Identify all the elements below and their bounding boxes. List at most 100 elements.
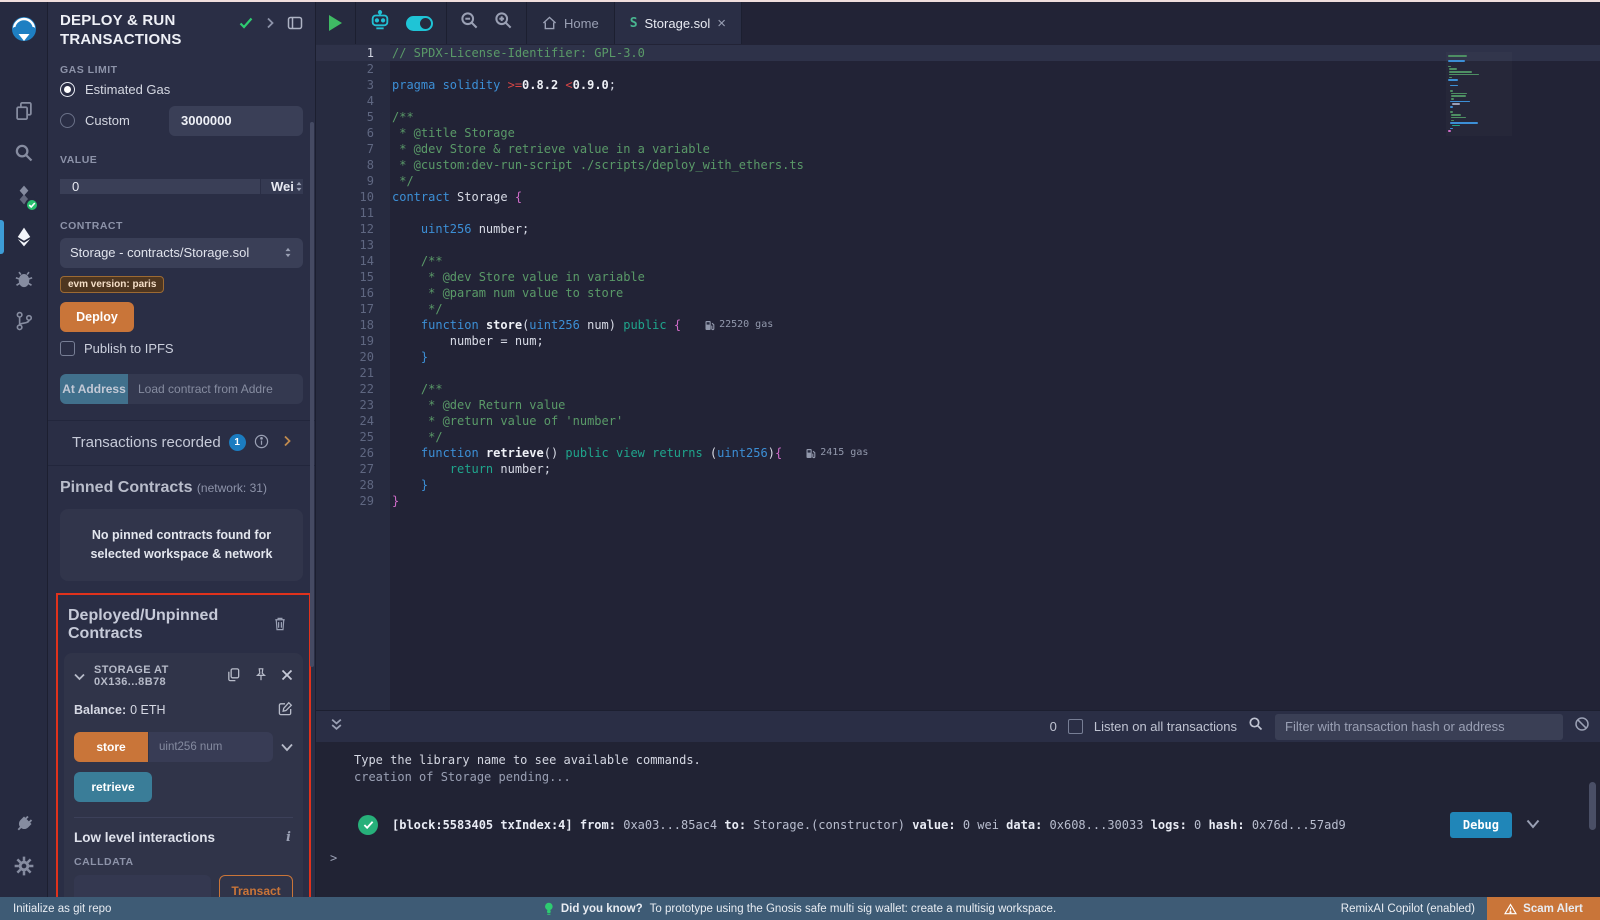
collapse-panel-icon[interactable] [266, 17, 274, 32]
tab-storage-sol[interactable]: S Storage.sol × [614, 2, 742, 44]
code-line[interactable]: 19 number = num; [316, 333, 1600, 349]
copy-address-icon[interactable] [226, 667, 241, 685]
terminal[interactable]: Type the library name to see available c… [316, 742, 1600, 897]
remix-logo-icon[interactable] [0, 8, 47, 54]
code-line[interactable]: 7 * @dev Store & retrieve value in a var… [316, 141, 1600, 157]
code-line[interactable]: 13 [316, 237, 1600, 253]
code-line[interactable]: 1// SPDX-License-Identifier: GPL-3.0 [316, 45, 1600, 61]
zoom-out-icon[interactable] [460, 11, 479, 35]
code-line[interactable]: 5/** [316, 109, 1600, 125]
code-line[interactable]: 27 return number; [316, 461, 1600, 477]
minimap[interactable] [1446, 52, 1512, 136]
balance-label: Balance: [74, 703, 126, 717]
transactions-recorded-row[interactable]: Transactions recorded 1 [60, 421, 303, 465]
filter-input[interactable] [1275, 714, 1563, 740]
close-contract-icon[interactable] [281, 669, 293, 684]
code-line[interactable]: 26 function retrieve() public view retur… [316, 445, 1600, 461]
code-line[interactable]: 20 } [316, 349, 1600, 365]
code-line[interactable]: 21 [316, 365, 1600, 381]
pin-contract-icon[interactable] [254, 667, 268, 685]
calldata-input[interactable] [74, 875, 211, 897]
code-line[interactable]: 18 function store(uint256 num) public {2… [316, 317, 1600, 333]
code-line[interactable]: 11 [316, 205, 1600, 221]
code-line[interactable]: 12 uint256 number; [316, 221, 1600, 237]
code-line[interactable]: 17 */ [316, 301, 1600, 317]
close-tab-icon[interactable]: × [717, 16, 726, 31]
contract-instance-label[interactable]: STORAGE AT 0X136...8B78 [94, 664, 217, 688]
copilot-toggle[interactable] [406, 16, 433, 31]
code-line[interactable]: 22 /** [316, 381, 1600, 397]
git-init-label[interactable]: Initialize as git repo [13, 903, 111, 915]
deploy-button[interactable]: Deploy [60, 302, 134, 332]
sort-arrows-icon [283, 246, 293, 259]
transact-button[interactable]: Transact [219, 875, 293, 897]
contract-select[interactable]: Storage - contracts/Storage.sol [60, 238, 303, 268]
listen-count: 0 [1050, 719, 1057, 734]
code-line[interactable]: 10contract Storage { [316, 189, 1600, 205]
code-line[interactable]: 15 * @dev Store value in variable [316, 269, 1600, 285]
search-icon[interactable] [0, 132, 47, 174]
code-line[interactable]: 8 * @custom:dev-run-script ./scripts/dep… [316, 157, 1600, 173]
home-tab-label: Home [564, 16, 599, 31]
code-line[interactable]: 6 * @title Storage [316, 125, 1600, 141]
file-explorer-icon[interactable] [0, 90, 47, 132]
scam-alert-button[interactable]: Scam Alert [1487, 897, 1600, 920]
code-line[interactable]: 23 * @dev Return value [316, 397, 1600, 413]
retrieve-button[interactable]: retrieve [74, 772, 152, 802]
chevron-down-icon[interactable] [74, 669, 85, 684]
code-line[interactable]: 14 /** [316, 253, 1600, 269]
clear-terminal-icon[interactable] [1574, 716, 1590, 737]
code-line[interactable]: 4 [316, 93, 1600, 109]
panel-scrollbar[interactable] [310, 122, 314, 667]
code-line[interactable]: 28 } [316, 477, 1600, 493]
expand-transactions-icon[interactable] [283, 435, 291, 450]
code-line[interactable]: 24 * @return value of 'number' [316, 413, 1600, 429]
publish-ipfs-label: Publish to IPFS [84, 341, 174, 356]
run-script-icon[interactable] [329, 15, 342, 31]
code-line[interactable]: 25 */ [316, 429, 1600, 445]
custom-gas-input[interactable] [169, 106, 303, 136]
at-address-input[interactable] [128, 374, 303, 404]
info-icon[interactable] [254, 434, 269, 452]
remixai-robot-icon[interactable] [369, 10, 391, 37]
pin-panel-icon[interactable] [287, 16, 303, 33]
code-line[interactable]: 9 */ [316, 173, 1600, 189]
zoom-in-icon[interactable] [494, 11, 513, 35]
trash-icon[interactable] [273, 616, 287, 634]
value-unit-label: Wei [271, 179, 294, 194]
solidity-compiler-icon[interactable] [0, 174, 47, 216]
deploy-run-icon[interactable] [0, 216, 47, 258]
terminal-scrollbar[interactable] [1589, 782, 1596, 830]
code-line[interactable]: 3pragma solidity >=0.8.2 <0.9.0; [316, 77, 1600, 93]
contract-label: CONTRACT [60, 220, 303, 232]
tx-text: [block:5583405 txIndex:4] from: 0xa03...… [392, 818, 1436, 832]
debugger-icon[interactable] [0, 258, 47, 300]
store-button[interactable]: store [74, 732, 148, 762]
copilot-status[interactable]: RemixAI Copilot (enabled) [1341, 903, 1475, 915]
expand-terminal-icon[interactable] [330, 718, 343, 736]
plugin-manager-icon[interactable] [0, 803, 47, 845]
info-icon[interactable]: i [286, 830, 291, 845]
git-icon[interactable] [0, 300, 47, 342]
tab-home[interactable]: Home [527, 2, 614, 44]
estimated-gas-radio[interactable] [60, 82, 75, 97]
edit-balance-icon[interactable] [278, 701, 293, 719]
code-line[interactable]: 2 [316, 61, 1600, 77]
code-line[interactable]: 29} [316, 493, 1600, 509]
publish-ipfs-checkbox[interactable] [60, 341, 75, 356]
expand-store-icon[interactable] [281, 740, 293, 755]
code-line[interactable]: 16 * @param num value to store [316, 285, 1600, 301]
custom-gas-radio[interactable] [60, 113, 75, 128]
divider [74, 817, 293, 818]
value-unit-select[interactable]: Wei [260, 179, 303, 194]
terminal-prompt[interactable]: > [330, 851, 337, 865]
store-arg-input[interactable] [149, 732, 273, 762]
transaction-log-row[interactable]: [block:5583405 txIndex:4] from: 0xa03...… [354, 812, 1600, 838]
at-address-button[interactable]: At Address [60, 374, 128, 404]
debug-button[interactable]: Debug [1450, 812, 1512, 838]
code-editor[interactable]: 1// SPDX-License-Identifier: GPL-3.023pr… [316, 44, 1600, 710]
settings-icon[interactable] [0, 845, 47, 887]
expand-tx-icon[interactable] [1526, 818, 1540, 832]
listen-checkbox[interactable] [1068, 719, 1083, 734]
value-input[interactable] [60, 179, 260, 194]
